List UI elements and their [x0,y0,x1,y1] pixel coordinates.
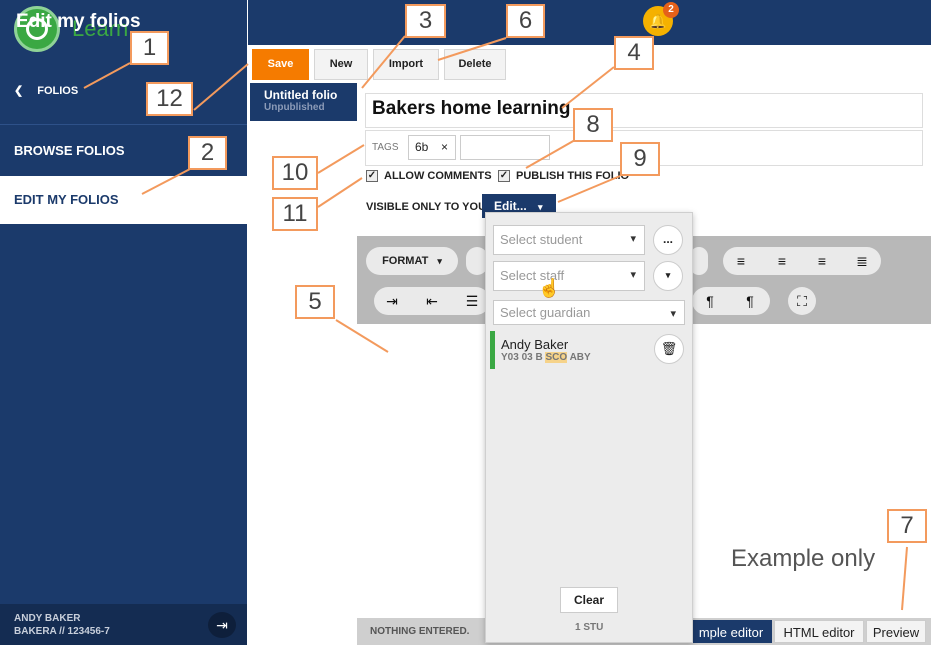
callout-6: 6 [506,4,545,38]
arrow-5 [335,319,389,353]
callout-5: 5 [295,285,335,319]
tab-html-editor[interactable]: HTML editor [774,620,864,643]
sidebar-item-browse-folios[interactable]: BROWSE FOLIOS [14,143,125,158]
checkbox-checked-icon: ✓ [366,170,378,182]
back-label: FOLIOS [37,84,79,97]
callout-9: 9 [620,142,660,176]
delete-button[interactable]: Delete [444,49,506,80]
tag-chip: 6b × [408,135,456,160]
callout-8: 8 [573,108,613,142]
person-status-bar [490,331,495,369]
edit-dropdown-label: Edit... [494,199,527,213]
tags-label: TAGS [372,142,399,153]
callout-11: 11 [272,197,318,231]
callout-12: 12 [146,82,193,116]
person-name: Andy Baker [501,337,569,352]
folio-title-input[interactable]: Bakers home learning [365,93,923,128]
arrow-11 [317,177,363,208]
callout-3: 3 [405,4,446,38]
logout-icon[interactable]: ⇥ [208,612,236,638]
publish-checkbox[interactable]: ✓ PUBLISH THIS FOLIO [498,170,629,182]
align-center-icon[interactable]: ≡ [768,247,796,275]
user-name: ANDY BAKER [14,613,81,624]
caret-down-icon: ▾ [437,256,442,266]
hand-cursor-icon: ☝ [538,278,561,298]
tag-input[interactable] [460,135,550,160]
more-options-button[interactable]: ... [653,225,683,255]
tab-simple-editor[interactable]: mple editor [690,620,772,643]
new-button[interactable]: New [314,49,368,80]
allow-comments-label: ALLOW COMMENTS [384,170,492,182]
callout-7: 7 [887,509,927,543]
person-info-prefix: Y03 03 B [501,352,546,363]
format-label: FORMAT [382,255,429,267]
remove-tag-icon[interactable]: × [441,140,448,154]
checkbox-checked-icon: ✓ [498,170,510,182]
align-left-icon[interactable]: ≡ [727,247,755,275]
example-only-note: Example only [731,545,876,572]
format-dropdown[interactable]: FORMAT ▾ [366,247,458,275]
expand-down-icon[interactable]: ▾ [653,261,683,291]
folio-status: Unpublished [264,102,325,113]
callout-2: 2 [188,136,227,170]
back-to-folios-link[interactable]: ❮ FOLIOS [14,84,79,98]
notification-badge: 2 [663,2,679,18]
align-justify-icon[interactable]: ≣ [848,247,876,275]
tag-text: 6b [415,140,429,154]
arrow-10 [317,144,365,174]
sidebar-item-edit-my-folios[interactable]: EDIT MY FOLIOS [0,176,247,224]
selected-count: 1 STU [575,622,604,633]
visibility-text: VISIBLE ONLY TO YOU. [366,201,490,213]
allow-comments-checkbox[interactable]: ✓ ALLOW COMMENTS [366,170,492,182]
bullet-list-icon[interactable]: ☰ [458,287,486,315]
page-header [248,0,931,45]
select-student-dropdown[interactable]: Select student [493,225,645,255]
user-id: BAKERA // 123456-7 [14,626,110,637]
import-button[interactable]: Import [373,49,439,80]
save-button[interactable]: Save [252,49,309,80]
outdent-icon[interactable]: ⇤ [418,287,446,315]
callout-10: 10 [272,156,318,190]
select-staff-dropdown[interactable]: Select staff [493,261,645,291]
callout-1: 1 [130,31,169,65]
caret-down-icon: ▾ [538,202,543,212]
sidebar-divider [0,124,247,125]
folio-tab[interactable]: Untitled folio Unpublished [250,83,357,121]
indent-icon[interactable]: ⇥ [378,287,406,315]
tab-preview[interactable]: Preview [866,620,926,643]
callout-4: 4 [614,36,654,70]
select-guardian-dropdown[interactable]: Select guardian [493,300,685,325]
fullscreen-icon[interactable]: ⛶ [788,287,816,315]
page-title: Edit my folios [16,11,141,32]
rtl-paragraph-icon[interactable]: ¶ [736,287,764,315]
clear-button[interactable]: Clear [560,587,618,613]
publish-label: PUBLISH THIS FOLIO [516,170,630,182]
arrow-7 [901,546,908,611]
trash-icon[interactable]: 🗑 [654,334,684,364]
align-right-icon[interactable]: ≡ [808,247,836,275]
person-info-highlight: SCO [545,352,568,363]
person-info-suffix: ABY [567,352,591,363]
editor-status-text: NOTHING ENTERED. [370,626,470,637]
folio-name: Untitled folio [264,88,338,102]
person-info: Y03 03 B SCO ABY [501,352,591,363]
chevron-left-icon: ❮ [14,85,24,97]
ltr-paragraph-icon[interactable]: ¶ [696,287,724,315]
